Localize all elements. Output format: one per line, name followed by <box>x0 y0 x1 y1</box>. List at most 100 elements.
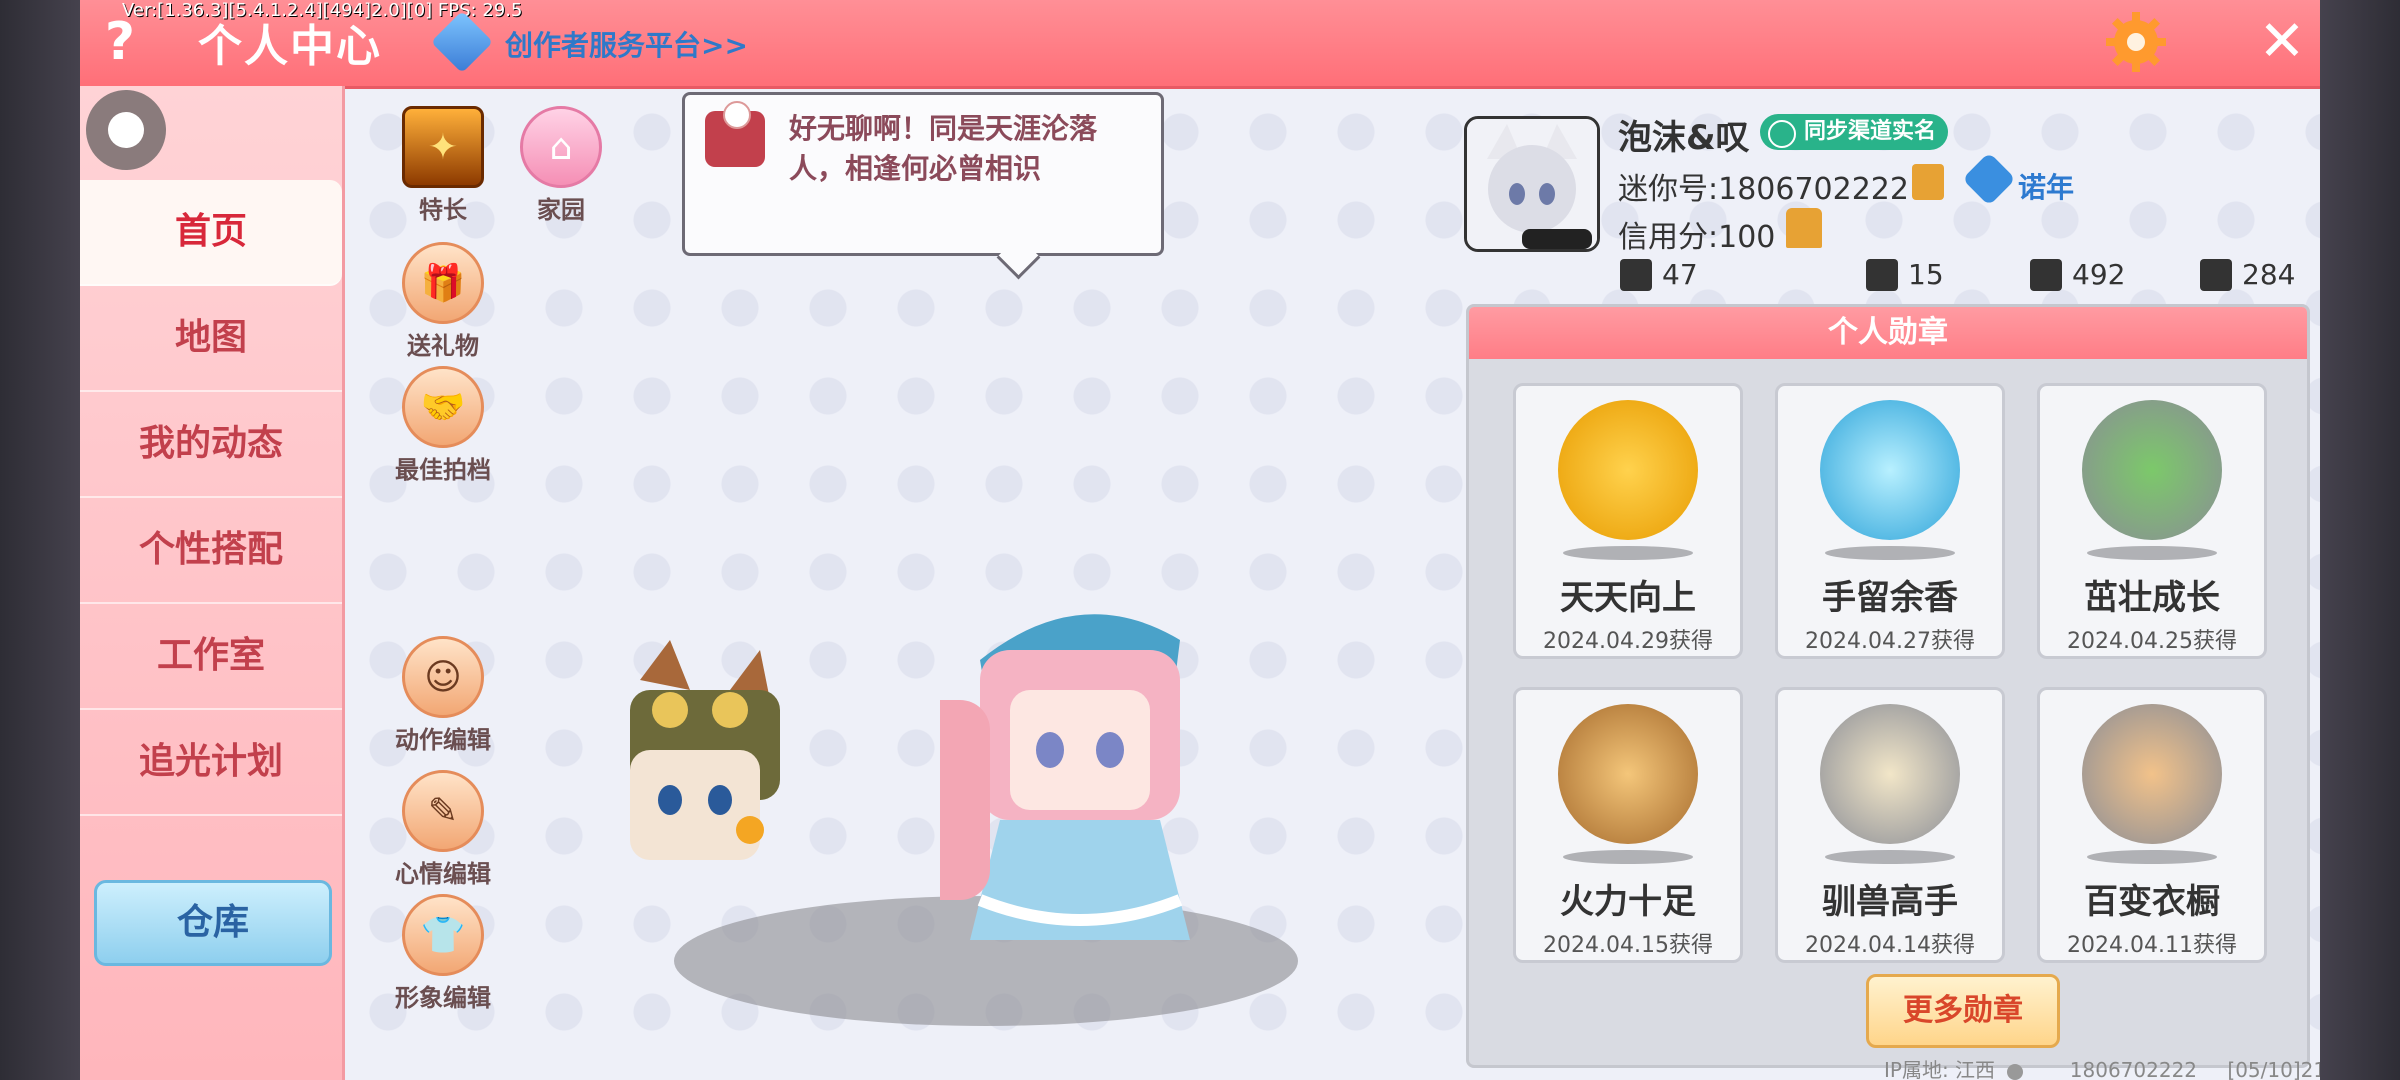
ip-location: IP属地: 江西 <box>1884 1058 1996 1080</box>
gear-icon[interactable] <box>2104 10 2168 74</box>
action-edit-label: 动作编辑 <box>395 726 491 754</box>
medal-shadow <box>1563 850 1693 864</box>
footer-timestamp: [05/10]21:49 0 <box>2227 1058 2320 1080</box>
mood-avatar-icon <box>705 101 765 167</box>
medal-date: 2024.04.15获得 <box>1543 933 1713 958</box>
stat-posts-value: 47 <box>1662 258 1698 291</box>
info-icon[interactable] <box>2007 1063 2024 1080</box>
medal-name: 驯兽高手 <box>1822 882 1958 922</box>
badge-diamond-icon <box>1962 152 2016 206</box>
specialty-label: 特长 <box>419 196 467 224</box>
specialty-button[interactable]: ✦ 特长 <box>388 106 498 225</box>
medal-shadow <box>2087 546 2217 560</box>
sidebar-item-light-plan[interactable]: 追光计划 <box>80 710 342 816</box>
figure-icon: ☺ <box>402 636 484 718</box>
medal-date: 2024.04.27获得 <box>1805 629 1975 654</box>
footer-info: IP属地: 江西 1806702222 [05/10]21:49 0 <box>1884 1054 2320 1080</box>
stat-heat[interactable]: 492 <box>2030 258 2125 291</box>
avatar[interactable] <box>1464 116 1600 252</box>
edit-pencil-icon: ✎ <box>402 770 484 852</box>
best-partner-button[interactable]: 🤝 最佳拍档 <box>388 366 498 485</box>
stat-likes[interactable]: 284 <box>2200 258 2295 291</box>
stat-likes-value: 284 <box>2242 258 2296 291</box>
sidebar: 首页 地图 我的动态 个性搭配 工作室 追光计划 仓库 <box>80 86 345 1080</box>
badge-name[interactable]: 诺年 <box>2018 166 2074 206</box>
stats-row: 47 15 492 284 <box>1620 258 2320 302</box>
help-icon[interactable]: ? <box>90 12 150 72</box>
medal-date: 2024.04.14获得 <box>1805 933 1975 958</box>
medal-shadow <box>1563 546 1693 560</box>
footer-uid: 1806702222 <box>2069 1058 2198 1080</box>
personal-center-window: Ver:[1.36.3][5.4.1.2.4][494]2.0][0] FPS:… <box>80 0 2320 1080</box>
frog-king-medal-icon <box>2082 400 2222 540</box>
mood-speech-bubble[interactable]: 好无聊啊！同是天涯沦落人，相逢何必曾相识 <box>682 92 1164 256</box>
action-edit-button[interactable]: ☺ 动作编辑 <box>388 636 498 755</box>
sidebar-item-home[interactable]: 首页 <box>80 180 342 286</box>
creator-platform-link[interactable]: 创作者服务平台>> <box>505 24 748 64</box>
calendar-medal-icon <box>1558 400 1698 540</box>
medal-shadow <box>2087 850 2217 864</box>
floating-toggle-button[interactable] <box>86 90 166 170</box>
gift-icon: 🎁 <box>402 242 484 324</box>
medal-card[interactable]: 百变衣橱 2024.04.11获得 <box>2037 687 2267 963</box>
treasure-chest-medal-icon <box>1558 704 1698 844</box>
medal-shadow <box>1825 850 1955 864</box>
stat-fans[interactable]: 15 <box>1866 258 1944 291</box>
mood-edit-label: 心情编辑 <box>395 860 491 888</box>
medal-card[interactable]: 茁壮成长 2024.04.25获得 <box>2037 383 2267 659</box>
plus-bookmark-icon <box>1620 258 1652 291</box>
mini-id: 迷你号:1806702222 <box>1618 172 1909 207</box>
medal-card[interactable]: 驯兽高手 2024.04.14获得 <box>1775 687 2005 963</box>
bear-mirror-medal-icon <box>2082 704 2222 844</box>
nickname: 泡沫&叹 <box>1618 118 1750 158</box>
medal-name: 火力十足 <box>1560 882 1696 922</box>
medal-panel-title: 个人勋章 <box>1469 307 2307 359</box>
best-partner-label: 最佳拍档 <box>395 456 491 484</box>
medal-date: 2024.04.25获得 <box>2067 629 2237 654</box>
sidebar-item-studio[interactable]: 工作室 <box>80 604 342 710</box>
image-edit-label: 形象编辑 <box>395 984 491 1012</box>
water-drop-medal-icon <box>1820 400 1960 540</box>
house-icon: ⌂ <box>520 106 602 188</box>
mood-text: 好无聊啊！同是天涯沦落人，相逢何必曾相识 <box>789 112 1098 185</box>
medal-name: 百变衣橱 <box>2084 882 2220 922</box>
medal-card[interactable]: 天天向上 2024.04.29获得 <box>1513 383 1743 659</box>
copy-icon[interactable] <box>1912 164 1944 200</box>
page-title: 个人中心 <box>198 21 382 72</box>
sidebar-item-map[interactable]: 地图 <box>80 286 342 392</box>
flame-figure-icon: ✦ <box>402 106 484 188</box>
mood-edit-button[interactable]: ✎ 心情编辑 <box>388 770 498 889</box>
stat-heat-value: 492 <box>2072 258 2126 291</box>
real-name-verify-badge[interactable]: 同步渠道实名 <box>1760 114 1949 150</box>
credit-score: 信用分:100 <box>1618 220 1776 255</box>
pet-character <box>630 640 780 860</box>
medal-panel: 个人勋章 天天向上 2024.04.29获得 手留余香 2024.04.27获得… <box>1466 304 2310 1068</box>
sidebar-item-my-feed[interactable]: 我的动态 <box>80 392 342 498</box>
sidebar-item-outfit[interactable]: 个性搭配 <box>80 498 342 604</box>
credit-user-icon[interactable] <box>1786 208 1822 248</box>
more-medals-button[interactable]: 更多勋章 <box>1866 974 2060 1048</box>
medal-card[interactable]: 手留余香 2024.04.27获得 <box>1775 383 2005 659</box>
heart-icon <box>2200 258 2232 291</box>
gift-button[interactable]: 🎁 送礼物 <box>388 242 498 361</box>
medal-name: 茁壮成长 <box>2084 578 2220 618</box>
monkey-rider-medal-icon <box>1820 704 1960 844</box>
avatar-image <box>1467 119 1597 249</box>
outfit-icon: 👕 <box>402 894 484 976</box>
home-button[interactable]: ⌂ 家园 <box>506 106 616 225</box>
medal-date: 2024.04.11获得 <box>2067 933 2237 958</box>
player-avatar-character <box>940 614 1190 940</box>
medal-name: 天天向上 <box>1560 578 1696 618</box>
medal-card[interactable]: 火力十足 2024.04.15获得 <box>1513 687 1743 963</box>
medal-date: 2024.04.29获得 <box>1543 629 1713 654</box>
medal-name: 手留余香 <box>1822 578 1958 618</box>
header-bar: Ver:[1.36.3][5.4.1.2.4][494]2.0][0] FPS:… <box>80 0 2320 89</box>
image-edit-button[interactable]: 👕 形象编辑 <box>388 894 498 1013</box>
warehouse-button[interactable]: 仓库 <box>94 880 332 966</box>
close-icon[interactable]: ✕ <box>2250 10 2314 74</box>
person-icon <box>1866 258 1898 291</box>
handshake-icon: 🤝 <box>402 366 484 448</box>
home-label: 家园 <box>537 196 585 224</box>
stat-posts[interactable]: 47 <box>1620 258 1698 291</box>
medal-shadow <box>1825 546 1955 560</box>
